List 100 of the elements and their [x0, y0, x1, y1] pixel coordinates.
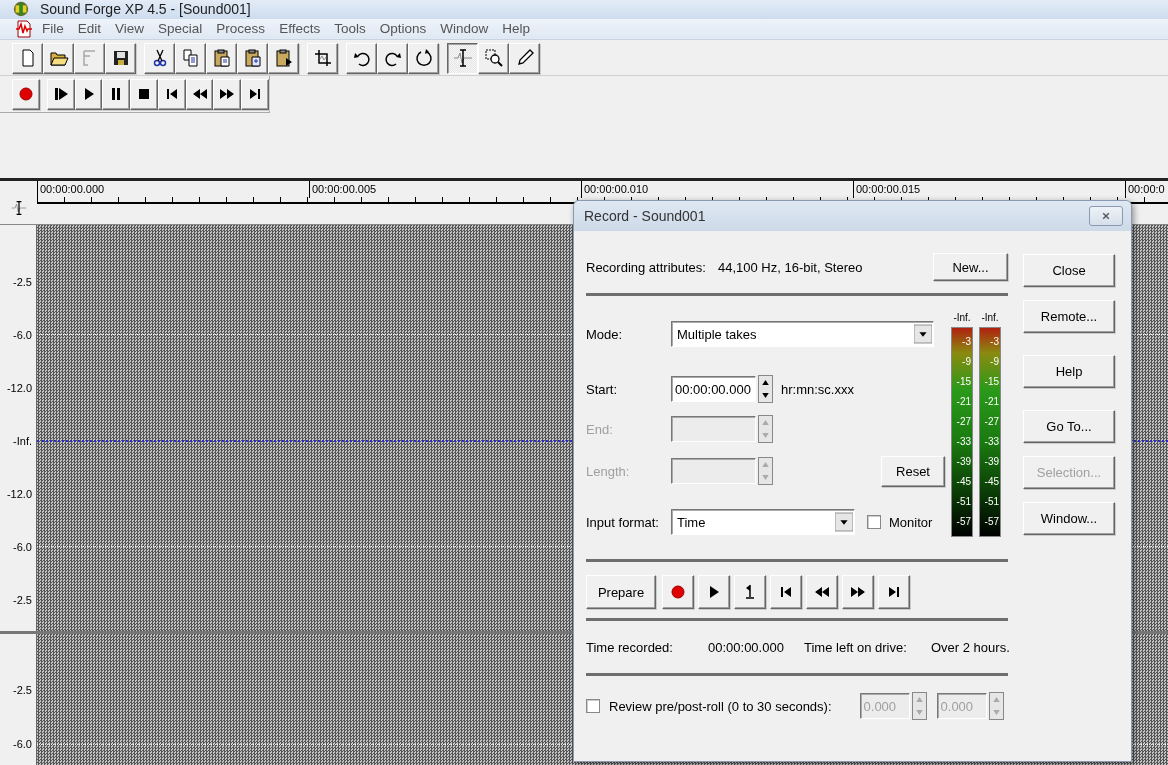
review-checkbox[interactable] — [586, 699, 600, 713]
meter-scale-label: -33 — [956, 437, 971, 447]
repeat-button[interactable] — [408, 42, 439, 74]
status-label: Time left on drive: — [804, 639, 908, 655]
mode-dropdown[interactable]: Multiple takes — [671, 321, 934, 347]
meter-scale-label: -45 — [956, 477, 971, 487]
scale-label: -2.5 — [13, 593, 32, 606]
meter-scale-label: -21 — [956, 397, 971, 407]
dialog-button[interactable]: Help — [1023, 355, 1115, 388]
dialog-button[interactable]: Close — [1023, 254, 1115, 287]
scale-label: -6.0 — [13, 738, 32, 750]
scale-label: -6.0 — [13, 328, 32, 341]
dialog-button[interactable]: Go To... — [1023, 410, 1115, 443]
time-field[interactable]: 00:00:00.000 — [671, 376, 756, 402]
field-label: Length: — [586, 463, 631, 479]
zoom-tool-button[interactable] — [478, 42, 509, 74]
meter-scale-label: -45 — [984, 477, 999, 487]
fast-forward-button[interactable] — [842, 575, 874, 609]
clipboard-icon — [273, 48, 294, 68]
time-label: 00:00:00.010 — [581, 181, 853, 198]
redo-button[interactable] — [377, 42, 408, 74]
dialog-button[interactable]: Window... — [1023, 502, 1115, 535]
dialog-button[interactable]: Remote... — [1023, 300, 1115, 333]
format-hint: hr:mn:sc.xxx — [781, 381, 854, 397]
input-format-dropdown[interactable]: Time — [671, 509, 855, 535]
attributes-label: Recording attributes: — [586, 259, 706, 275]
window-title: Sound Forge XP 4.5 - [Sound001] — [40, 1, 251, 18]
blank-button[interactable] — [74, 42, 105, 74]
paste-special-button[interactable] — [268, 42, 299, 74]
menu-item[interactable]: Window — [434, 21, 495, 37]
cut-button[interactable] — [144, 42, 175, 74]
meter-scale-label: -39 — [956, 457, 971, 467]
time-label: 00:00:00.000 — [37, 181, 309, 198]
menu-item[interactable]: Effects — [273, 21, 327, 37]
rewind-button[interactable] — [185, 78, 214, 110]
dropdown-arrow-icon — [914, 323, 932, 345]
scale-label: -Inf. — [13, 434, 32, 447]
copy-button[interactable] — [175, 42, 206, 74]
stop-button[interactable] — [130, 78, 158, 110]
go-to-start-button[interactable] — [770, 575, 802, 609]
time-label: 00:00:00.015 — [853, 181, 1125, 198]
field-label: Start: — [586, 381, 619, 397]
meter-scale-label: -51 — [956, 497, 971, 507]
record-button[interactable] — [662, 575, 694, 609]
monitor-checkbox[interactable] — [867, 515, 881, 529]
meter-scale-label: -57 — [984, 517, 999, 527]
pause-button[interactable] — [102, 78, 131, 110]
scale-label: -12.0 — [6, 381, 32, 394]
meter-scale-label: -39 — [984, 457, 999, 467]
field-label: Mode: — [586, 326, 624, 342]
go-to-end-button[interactable] — [878, 575, 910, 609]
new-button[interactable] — [12, 42, 43, 74]
open-button[interactable] — [43, 42, 74, 74]
pencil-tool-button[interactable] — [509, 42, 540, 74]
copy-icon — [180, 48, 201, 68]
go-to-start-button[interactable] — [157, 78, 186, 110]
menu-item[interactable]: Tools — [328, 21, 372, 37]
play-all-button[interactable] — [46, 78, 75, 110]
crop-button[interactable] — [307, 42, 338, 74]
menu-item[interactable]: Help — [496, 21, 536, 37]
time-label: 00:00:00.005 — [309, 181, 581, 198]
fast-forward-button[interactable] — [213, 78, 242, 110]
attributes-value: 44,100 Hz, 16-bit, Stereo — [717, 259, 863, 275]
paste-button[interactable] — [206, 42, 237, 74]
undo-button[interactable] — [346, 42, 377, 74]
app-icon — [12, 0, 30, 19]
field-label: Input format: — [586, 514, 660, 530]
meter-scale-label: -3 — [990, 337, 999, 347]
meter-scale-label: -15 — [956, 377, 971, 387]
record-button[interactable] — [12, 78, 40, 110]
scale-label: -2.5 — [13, 275, 32, 288]
checkbox-label: Monitor — [889, 514, 933, 530]
marker-button[interactable] — [734, 575, 766, 609]
menu-item[interactable]: Options — [373, 21, 433, 37]
save-button[interactable] — [105, 42, 136, 74]
scale-label: -2.5 — [13, 684, 32, 696]
status-value: 00:00:00.000 — [708, 639, 785, 655]
paste-mix-button[interactable] — [237, 42, 268, 74]
menu-item[interactable]: Special — [152, 21, 209, 37]
go-to-end-button[interactable] — [241, 78, 269, 110]
new-button[interactable]: New... — [933, 253, 1008, 281]
status-value: Over 2 hours. — [931, 639, 1010, 655]
menu-item[interactable]: File — [36, 21, 70, 37]
checkbox-label: Review pre/post-roll (0 to 30 seconds): — [609, 698, 832, 714]
prepare-button[interactable]: Prepare — [586, 575, 656, 609]
play-button[interactable] — [698, 575, 730, 609]
meter-scale-label: -51 — [984, 497, 999, 507]
clipboard-icon — [242, 48, 263, 68]
menu-item[interactable]: Process — [210, 21, 272, 37]
menu-item[interactable]: Edit — [71, 21, 108, 37]
rewind-button[interactable] — [806, 575, 838, 609]
edit-tool-button[interactable] — [447, 42, 478, 74]
status-label: Time recorded: — [586, 639, 674, 655]
crop-icon — [312, 48, 333, 68]
menu-item[interactable]: View — [109, 21, 151, 37]
meter-scale-label: -3 — [962, 337, 971, 347]
close-button[interactable] — [1089, 206, 1123, 226]
play-button[interactable] — [74, 78, 103, 110]
peak-label: -Inf. — [953, 312, 971, 323]
spin-button[interactable] — [758, 375, 773, 403]
